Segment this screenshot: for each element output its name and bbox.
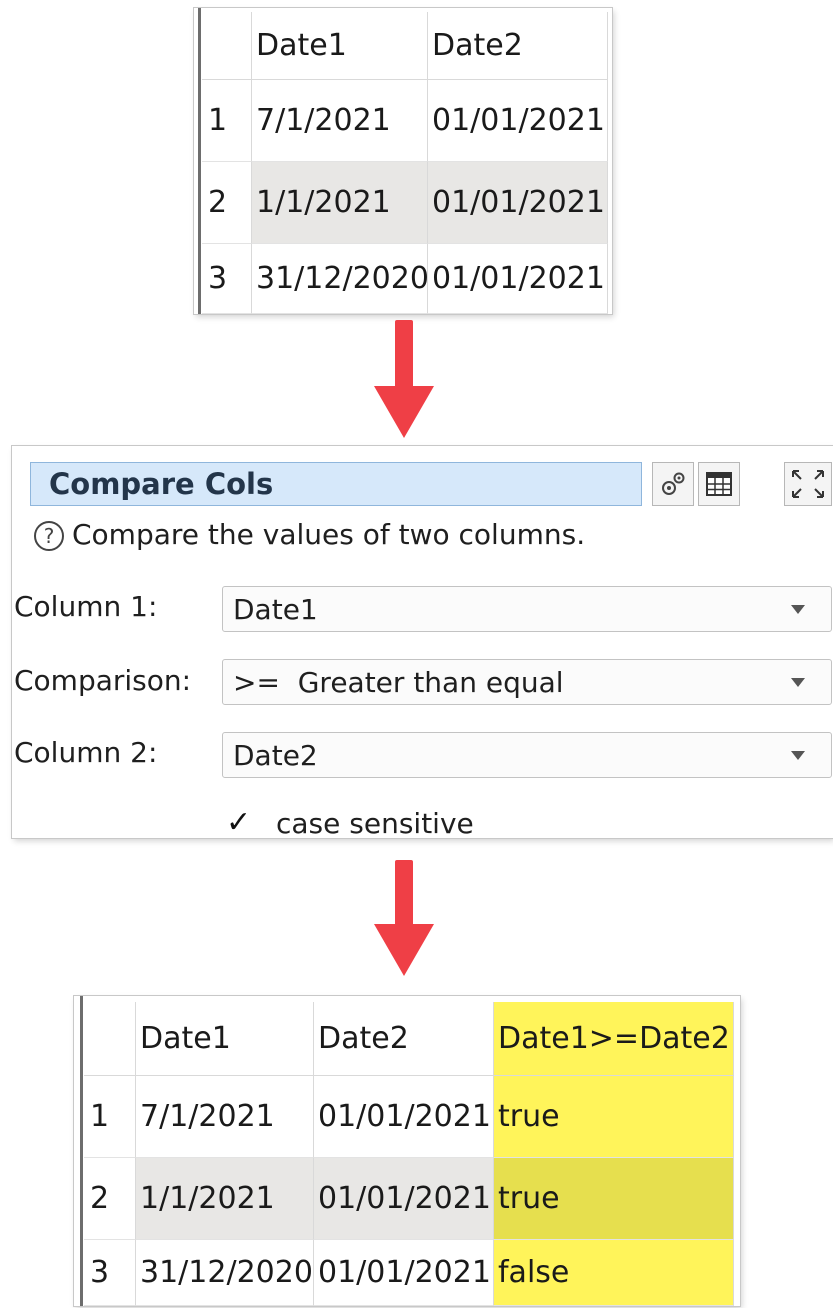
input-table: Date1 Date2 1 7/1/2021 01/01/2021 2 1/1/… — [202, 12, 608, 314]
row-number: 1 — [202, 80, 252, 162]
column1-value: Date1 — [233, 592, 318, 626]
header-rownum — [84, 1002, 136, 1076]
cell-result[interactable]: true — [494, 1158, 734, 1240]
dialog-description: Compare the values of two columns. — [72, 518, 586, 551]
cell-date2[interactable]: 01/01/2021 — [314, 1076, 494, 1158]
row-number: 2 — [202, 162, 252, 244]
comparison-select[interactable]: >= Greater than equal — [222, 659, 832, 705]
table-header: Date1 Date2 Date1>=Date2 — [84, 1002, 736, 1076]
header-date2[interactable]: Date2 — [428, 12, 608, 80]
cell-date2[interactable]: 01/01/2021 — [314, 1240, 494, 1306]
header-date2[interactable]: Date2 — [314, 1002, 494, 1076]
input-table-panel: Date1 Date2 1 7/1/2021 01/01/2021 2 1/1/… — [194, 8, 612, 314]
cell-date2[interactable]: 01/01/2021 — [428, 244, 608, 314]
table-left-border — [198, 8, 201, 314]
table-left-border — [80, 996, 83, 1306]
cell-date2[interactable]: 01/01/2021 — [428, 162, 608, 244]
cell-result[interactable]: true — [494, 1076, 734, 1158]
comparison-label: Comparison: — [14, 664, 192, 697]
column2-label: Column 2: — [14, 736, 158, 769]
column1-select[interactable]: Date1 — [222, 586, 832, 632]
maximize-icon[interactable] — [784, 462, 832, 506]
table-row: 3 31/12/2020 01/01/2021 false — [84, 1240, 736, 1306]
chevron-down-icon — [791, 751, 805, 760]
table-row: 1 7/1/2021 01/01/2021 — [202, 80, 608, 162]
down-arrow-icon — [374, 860, 434, 978]
chevron-down-icon — [791, 605, 805, 614]
table-header: Date1 Date2 — [202, 12, 608, 80]
row-number: 2 — [84, 1158, 136, 1240]
header-rownum — [202, 12, 252, 80]
gears-icon[interactable] — [652, 462, 694, 506]
row-number: 3 — [202, 244, 252, 314]
help-icon[interactable]: ? — [34, 521, 64, 551]
header-result[interactable]: Date1>=Date2 — [494, 1002, 734, 1076]
table-row: 1 7/1/2021 01/01/2021 true — [84, 1076, 736, 1158]
comparison-value: >= Greater than equal — [233, 665, 564, 699]
column2-select[interactable]: Date2 — [222, 732, 832, 778]
cell-date1[interactable]: 31/12/2020 — [252, 244, 428, 314]
row-number: 3 — [84, 1240, 136, 1306]
cell-date1[interactable]: 31/12/2020 — [136, 1240, 314, 1306]
row-number: 1 — [84, 1076, 136, 1158]
column1-label: Column 1: — [14, 590, 158, 623]
cell-date2[interactable]: 01/01/2021 — [314, 1158, 494, 1240]
cell-date1[interactable]: 1/1/2021 — [252, 162, 428, 244]
case-sensitive-checkbox[interactable]: ✓ — [226, 805, 251, 840]
down-arrow-icon — [374, 320, 434, 438]
cell-date2[interactable]: 01/01/2021 — [428, 80, 608, 162]
cell-date1[interactable]: 7/1/2021 — [136, 1076, 314, 1158]
case-sensitive-label: case sensitive — [276, 807, 474, 840]
table-row: 3 31/12/2020 01/01/2021 — [202, 244, 608, 314]
dialog-title: Compare Cols — [30, 462, 642, 506]
cell-date1[interactable]: 1/1/2021 — [136, 1158, 314, 1240]
output-table-panel: Date1 Date2 Date1>=Date2 1 7/1/2021 01/0… — [74, 996, 740, 1306]
header-date1[interactable]: Date1 — [252, 12, 428, 80]
table-row: 2 1/1/2021 01/01/2021 true — [84, 1158, 736, 1240]
table-row: 2 1/1/2021 01/01/2021 — [202, 162, 608, 244]
column2-value: Date2 — [233, 738, 318, 772]
header-date1[interactable]: Date1 — [136, 1002, 314, 1076]
cell-result[interactable]: false — [494, 1240, 734, 1306]
chevron-down-icon — [791, 678, 805, 687]
cell-date1[interactable]: 7/1/2021 — [252, 80, 428, 162]
table-icon[interactable] — [698, 462, 740, 506]
output-table: Date1 Date2 Date1>=Date2 1 7/1/2021 01/0… — [84, 1002, 736, 1306]
